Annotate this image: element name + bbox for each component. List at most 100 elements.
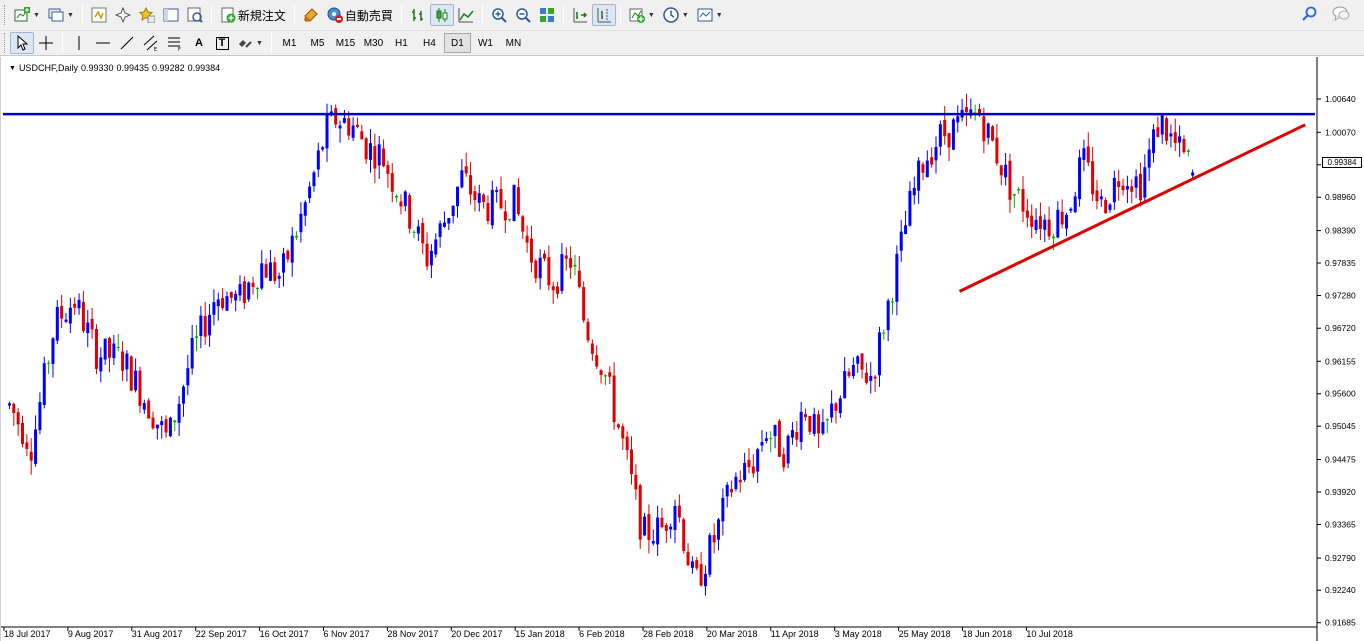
candle-body [438, 223, 442, 237]
timeframe-mn-button[interactable]: MN [500, 33, 527, 53]
horizontal-line-button[interactable] [91, 32, 115, 54]
fibonacci-icon: F [167, 35, 183, 51]
templates-button[interactable]: ▼ [693, 4, 727, 26]
time-axis-label: 28 Nov 2017 [387, 629, 438, 639]
candle-body [1117, 181, 1121, 188]
timeframe-h4-button[interactable]: H4 [416, 33, 443, 53]
candle-body [921, 164, 925, 173]
vertical-line-icon [71, 35, 87, 51]
candle-body [177, 403, 181, 423]
text-label-button[interactable]: T [211, 32, 233, 54]
data-window-button[interactable] [159, 4, 183, 26]
time-axis-label: 20 Dec 2017 [451, 629, 502, 639]
trendline-button[interactable] [115, 32, 139, 54]
line-chart-icon [458, 7, 474, 23]
candle-body [1182, 138, 1186, 153]
favorites-button[interactable] [135, 4, 159, 26]
price-chart[interactable]: 1.006401.000700.995150.989600.983900.978… [1, 57, 1364, 641]
candle-body [660, 517, 664, 528]
time-axis-label: 25 May 2018 [899, 629, 951, 639]
candle-body [1008, 160, 1012, 200]
timeframe-h1-button[interactable]: H1 [388, 33, 415, 53]
line-chart-button[interactable] [454, 4, 478, 26]
tile-windows-button[interactable] [535, 4, 559, 26]
collapse-triangle-icon[interactable]: ▼ [9, 65, 16, 72]
timeframe-m30-button[interactable]: M30 [360, 33, 387, 53]
text-button[interactable]: A [187, 32, 211, 54]
chart-shift-button[interactable] [591, 4, 616, 26]
candle-body [647, 514, 651, 541]
candle-body [756, 449, 760, 472]
navigator-button[interactable] [111, 4, 135, 26]
timeframe-d1-button[interactable]: D1 [443, 33, 471, 53]
candle-body [917, 160, 921, 191]
bar-chart-button[interactable] [406, 4, 430, 26]
search-icon[interactable] [1302, 6, 1318, 27]
metaeditor-button[interactable] [299, 4, 323, 26]
candle-body [121, 351, 125, 371]
auto-trading-button[interactable]: 自動売買 [323, 4, 397, 26]
current-price-tag: 0.99384 [1322, 157, 1362, 168]
vertical-line-button[interactable] [67, 32, 91, 54]
indicators-button[interactable]: ▼ [625, 4, 659, 26]
timeframe-m1-button[interactable]: M1 [276, 33, 303, 53]
candle-body [664, 525, 668, 531]
zoom-out-button[interactable] [511, 4, 535, 26]
chat-icon[interactable] [1332, 6, 1350, 27]
candle-body [181, 386, 185, 404]
candle-body [547, 257, 551, 286]
candle-body [1051, 236, 1055, 239]
toolbar-grip[interactable] [4, 33, 7, 53]
periods-button[interactable]: ▼ [659, 4, 693, 26]
fibonacci-button[interactable]: F [163, 32, 187, 54]
timeframe-w1-button[interactable]: W1 [472, 33, 499, 53]
candle-body [242, 281, 246, 303]
new-chart-button[interactable]: ▼ [10, 4, 44, 26]
toolbar-grip[interactable] [4, 5, 7, 25]
candle-body [534, 260, 538, 279]
new-order-icon [220, 7, 236, 23]
autoscroll-button[interactable] [568, 4, 592, 26]
candle-body [47, 362, 51, 364]
candle-body [234, 293, 238, 301]
candle-body [164, 419, 168, 433]
chart-window[interactable]: 1.006401.000700.995150.989600.983900.978… [0, 57, 1364, 641]
terminal-button[interactable] [183, 4, 207, 26]
candle-body [94, 328, 98, 369]
candle-body [216, 299, 220, 307]
cursor-button[interactable] [10, 32, 34, 54]
candle-body [947, 133, 951, 148]
price-axis-label: 0.92240 [1325, 585, 1356, 595]
timeframe-m5-button[interactable]: M5 [304, 33, 331, 53]
candle-body [469, 175, 473, 195]
time-axis-label: 3 May 2018 [835, 629, 882, 639]
candle-body [743, 462, 747, 480]
candle-body [590, 343, 594, 354]
indicators-icon [629, 7, 645, 23]
market-watch-button[interactable] [87, 4, 111, 26]
candle-body [812, 414, 816, 434]
candle-body [77, 299, 81, 309]
terminal-icon [187, 7, 203, 23]
candle-body [1030, 215, 1034, 227]
templates-icon [697, 7, 713, 23]
candle-body [1191, 172, 1195, 176]
candle-body [643, 516, 647, 536]
candlestick-button[interactable] [429, 4, 454, 26]
candle-body [68, 307, 72, 324]
support-trendline[interactable] [958, 123, 1306, 293]
crosshair-button[interactable] [34, 32, 58, 54]
new-order-button[interactable]: 新規注文 [216, 4, 290, 26]
zoom-in-button[interactable] [487, 4, 511, 26]
candle-body [882, 332, 886, 334]
chart-shift-icon [596, 7, 612, 23]
trendline-icon [119, 35, 135, 51]
equidistant-channel-button[interactable]: E [139, 32, 163, 54]
candle-body [221, 298, 225, 309]
candle-body [1073, 196, 1077, 213]
timeframe-m15-button[interactable]: M15 [332, 33, 359, 53]
profiles-button[interactable]: ▼ [44, 4, 78, 26]
candle-body [1108, 204, 1112, 210]
price-axis-label: 0.98390 [1325, 226, 1356, 236]
shapes-button[interactable]: ▼ [233, 32, 267, 54]
